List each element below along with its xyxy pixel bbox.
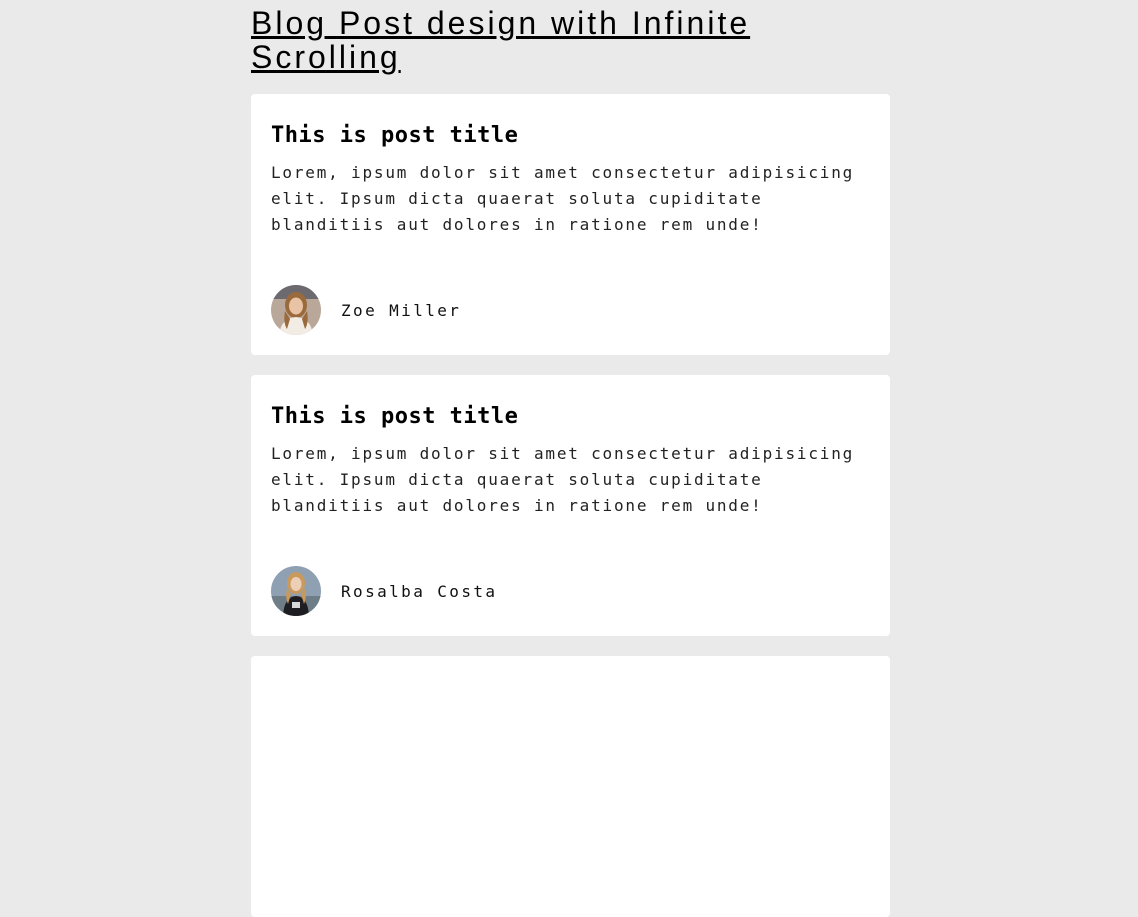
page-title[interactable]: Blog Post design with Infinite Scrolling [251, 6, 811, 74]
post-card[interactable]: This is post title Lorem, ipsum dolor si… [251, 94, 890, 355]
post-body: Lorem, ipsum dolor sit amet consectetur … [271, 163, 855, 234]
post-author: Zoe Miller [271, 285, 461, 335]
post-card-partial[interactable] [251, 656, 890, 917]
author-name[interactable]: Rosalba Costa [341, 582, 497, 601]
post-title: This is post title [271, 404, 519, 429]
author-avatar-icon[interactable] [271, 285, 321, 335]
author-avatar-icon[interactable] [271, 566, 321, 616]
blog-container: Blog Post design with Infinite Scrolling… [251, 0, 890, 917]
post-title: This is post title [271, 123, 519, 148]
post-card[interactable]: This is post title Lorem, ipsum dolor si… [251, 375, 890, 636]
author-name[interactable]: Zoe Miller [341, 301, 461, 320]
post-body: Lorem, ipsum dolor sit amet consectetur … [271, 444, 855, 515]
post-author: Rosalba Costa [271, 566, 497, 616]
